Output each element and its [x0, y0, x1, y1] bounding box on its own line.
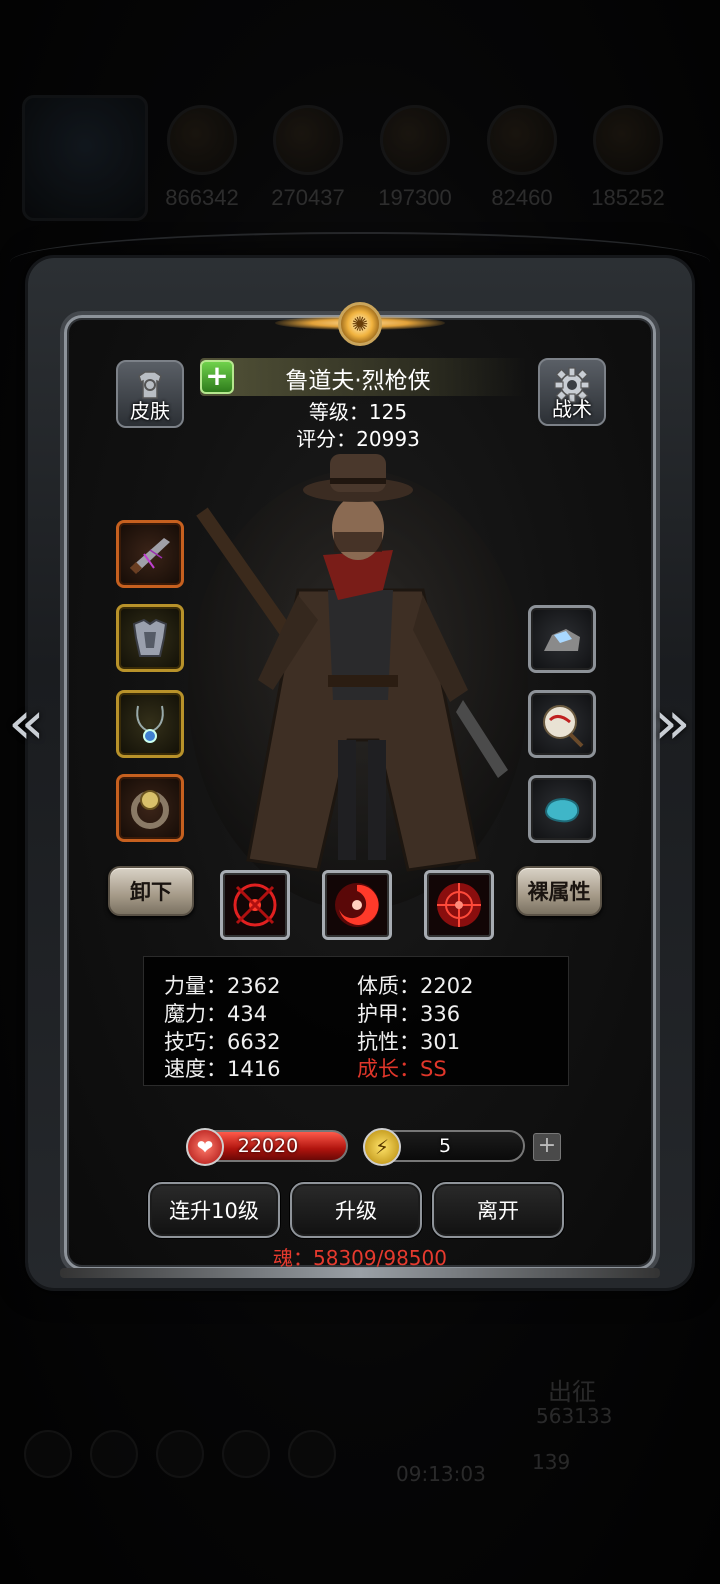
tactics-button[interactable]: 战术: [538, 358, 606, 426]
level-up-button[interactable]: 升级: [290, 1182, 422, 1238]
sun-emblem: ✺: [275, 288, 445, 358]
blue-gem-icon: [544, 797, 580, 823]
rifle-icon: [130, 538, 170, 574]
hero-portrait: [188, 454, 528, 910]
skin-button[interactable]: 皮肤: [116, 360, 184, 428]
seal-scroll-icon: [543, 705, 584, 748]
skill-slot-3[interactable]: [424, 870, 494, 940]
hero-level: 等级：125: [308, 400, 408, 424]
energy-value: 5: [438, 1135, 452, 1157]
crystal-stone-icon: [544, 629, 580, 651]
leave-button[interactable]: 离开: [432, 1182, 564, 1238]
unequip-button[interactable]: 卸下: [108, 866, 194, 916]
equip-slot-crystal[interactable]: [528, 605, 596, 673]
hp-value: 22020: [237, 1135, 299, 1157]
equip-slot-seal[interactable]: [528, 690, 596, 758]
crosshair-rune-icon: [233, 883, 277, 927]
skill-slot-2[interactable]: [322, 870, 392, 940]
stat-strength: 力量：2362: [164, 974, 281, 998]
stat-armor: 护甲：336: [357, 1002, 461, 1026]
soul-counter: 魂：58309/98500: [273, 1246, 447, 1270]
equip-slot-armor[interactable]: [116, 604, 184, 672]
armor-icon: [132, 618, 168, 657]
equip-slot-gem[interactable]: [528, 775, 596, 843]
sun-icon: ✺: [338, 302, 382, 346]
prev-hero-arrow-icon[interactable]: «: [8, 688, 45, 758]
next-hero-arrow-icon[interactable]: »: [654, 688, 691, 758]
skin-label: 皮肤: [130, 399, 170, 423]
vortex-icon: [335, 883, 379, 927]
equip-slot-weapon[interactable]: [116, 520, 184, 588]
necklace-icon: [136, 705, 164, 743]
stat-constitution: 体质：2202: [357, 974, 474, 998]
equip-slot-ring[interactable]: [116, 774, 184, 842]
hero-name: 鲁道夫·烈枪侠: [285, 368, 431, 394]
base-attributes-button[interactable]: 裸属性: [516, 866, 602, 916]
stat-magic: 魔力：434: [164, 1002, 268, 1026]
stat-resistance: 抗性：301: [357, 1030, 461, 1054]
frame-ornament: [10, 232, 710, 292]
hp-bar: ❤ 22020: [186, 1128, 348, 1166]
stat-speed: 速度：1416: [164, 1057, 281, 1081]
level-up-10-button[interactable]: 连升10级: [148, 1182, 280, 1238]
target-icon: [437, 883, 481, 927]
energy-bar: ⚡ 5: [363, 1128, 525, 1166]
stat-growth: 成长：SS: [357, 1057, 447, 1081]
ring-icon: [131, 790, 169, 829]
add-energy-button[interactable]: +: [533, 1133, 561, 1161]
stat-skill: 技巧：6632: [164, 1030, 281, 1054]
equip-slot-necklace[interactable]: [116, 690, 184, 758]
tactics-label: 战术: [552, 397, 592, 421]
skill-slot-1[interactable]: [220, 870, 290, 940]
